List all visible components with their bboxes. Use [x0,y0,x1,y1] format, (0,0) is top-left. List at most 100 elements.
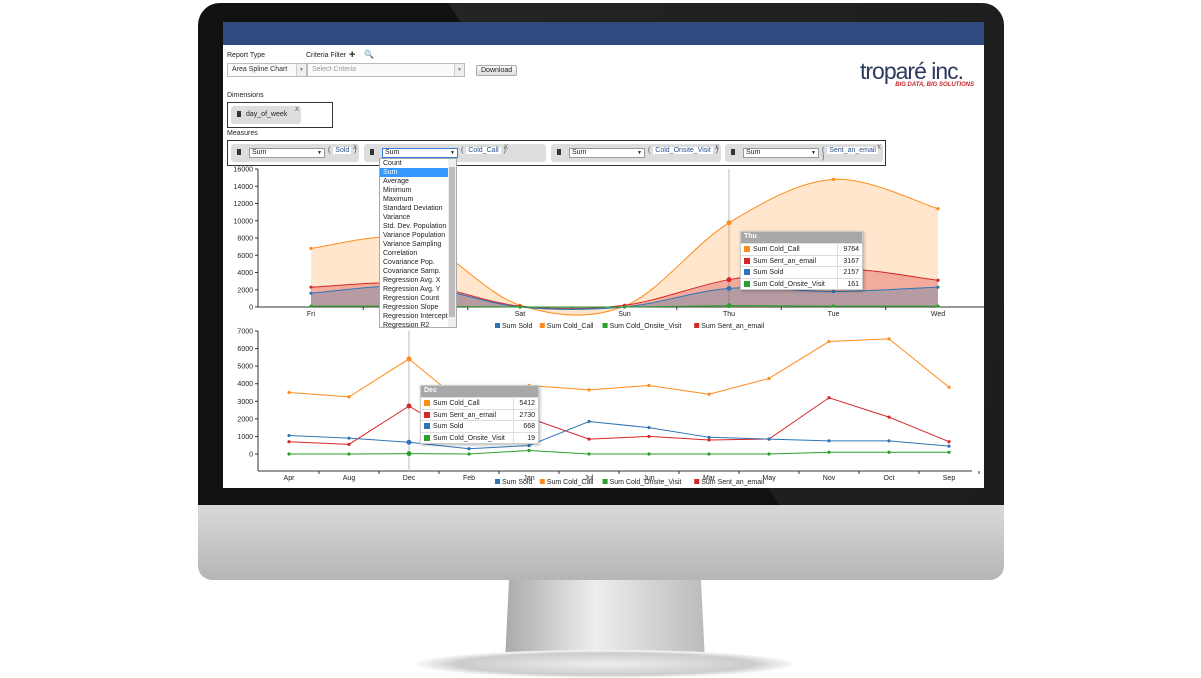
legend-swatch-icon [602,479,608,484]
data-point [947,450,951,454]
legend-swatch-icon [694,479,700,484]
y-tick-label: 1000 [237,434,253,441]
data-point [347,442,351,446]
tooltip-row: Sum Sent_an_email 2730 [421,408,538,420]
dropdown-option[interactable]: Count [380,159,448,168]
tooltip-row: Sum Sent_an_email 3167 [741,254,862,266]
data-point [587,437,591,441]
y-tick-label: 2000 [237,287,253,294]
data-point [518,305,522,309]
data-point [527,443,531,448]
data-point [767,437,771,441]
dropdown-option[interactable]: Regression Slope [380,303,448,312]
dropdown-option[interactable]: Sum [380,168,448,177]
data-point [309,291,313,295]
data-point [309,246,313,250]
series-line [288,397,950,445]
dropdown-option[interactable]: Std. Dev. Population [380,222,448,231]
data-point [767,452,771,456]
legend-swatch-icon [744,280,750,287]
x-tick-label: Oct [884,475,895,482]
y-tick-label: 6000 [237,346,253,353]
data-point [887,415,891,419]
data-point [887,439,891,443]
y-tick-label: 16000 [234,167,254,174]
data-point [467,447,471,451]
data-point [287,390,291,395]
dropdown-option[interactable]: Minimum [380,186,448,195]
data-point [309,285,313,289]
series-line [288,420,950,450]
x-tick-label: Feb [463,475,475,482]
legend-swatch-icon [495,323,500,328]
y-tick-label: 2000 [237,416,253,423]
data-point [587,419,591,424]
legend-swatch-icon [744,246,750,252]
legend-item: Sum Cold_Call [547,323,594,330]
dropdown-option[interactable]: Covariance Pop. [380,258,448,267]
data-point [726,285,732,291]
data-point [831,304,836,308]
data-point [827,339,831,344]
dropdown-option[interactable]: Variance Sampling [380,240,448,249]
x-tick-label: Nov [823,475,836,482]
x-tick-label: Fri [307,311,316,318]
data-point [947,444,951,448]
data-point [406,451,412,457]
aggregation-dropdown-list[interactable]: Count Sum Average Minimum Maximum Standard De… [379,158,457,330]
y-tick-label: 0 [249,305,253,312]
x-tick-label: Apr [284,475,296,482]
data-point [647,426,651,430]
dropdown-option[interactable]: Correlation [380,249,448,258]
tooltip-row: Sum Sold 2157 [741,266,862,278]
data-point [647,452,651,456]
x-tick-label: Sun [618,311,631,318]
data-point [406,439,412,445]
data-point [406,356,412,362]
series-line [288,338,950,409]
data-point [527,448,531,453]
legend-item: Sum Sent_an_email [701,323,764,330]
data-point [587,452,591,456]
legend-swatch-icon [424,423,430,429]
legend-swatch-icon [424,434,430,441]
tooltip-chart1: Thu Sum Cold_Call 9764 Sum Sent_an_email 316… [740,231,863,290]
dropdown-option[interactable]: Regression Avg. X [380,276,448,285]
data-point [887,337,891,341]
x-tick-label: Wed [931,311,945,318]
data-point [936,304,940,308]
legend-item: Sum Sent_an_email [701,479,764,486]
data-point [827,396,831,400]
dropdown-option[interactable]: Covariance Samp. [380,267,448,276]
dropdown-option[interactable]: Variance [380,213,448,222]
data-point [347,436,351,440]
dropdown-option[interactable]: Regression Intercept [380,312,448,321]
dropdown-option[interactable]: Regression R2 [380,321,448,330]
dropdown-option[interactable]: Maximum [380,195,448,204]
data-point [287,452,291,456]
y-tick-label: 4000 [237,381,253,388]
data-point [887,450,891,454]
legend-swatch-icon [424,400,430,406]
y-tick-label: 14000 [234,184,254,191]
x-tick-label: Tue [828,311,840,318]
dropdown-option[interactable]: Standard Deviation [380,204,448,213]
dropdown-option[interactable]: Regression Avg. Y [380,285,448,294]
legend-swatch-icon [495,479,500,484]
data-point [347,452,351,456]
monitor-chin [198,505,1004,580]
dropdown-option[interactable]: Variance Population [380,231,448,240]
data-point [831,289,836,294]
screen: Report Type Criteria Filter + 🔍 Area Spl… [223,22,984,488]
data-point [767,376,771,381]
data-point [287,440,291,444]
y-tick-label: 3000 [237,399,253,406]
data-point [726,277,732,283]
scrollbar[interactable] [448,159,456,327]
dropdown-option[interactable]: Regression Count [380,294,448,303]
data-point [587,388,591,392]
x-tick-label: Sat [515,311,526,318]
dropdown-option[interactable]: Average [380,177,448,186]
data-point [467,452,471,456]
legend-swatch-icon [744,269,750,275]
